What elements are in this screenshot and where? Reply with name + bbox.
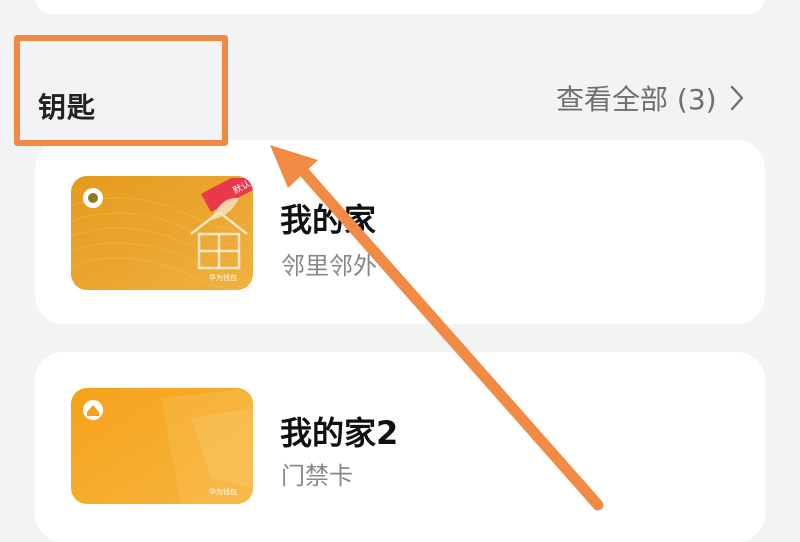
annotation-highlight-box	[14, 35, 228, 146]
previous-section-card	[35, 0, 765, 14]
key-name: 我的家2	[280, 414, 399, 452]
key-name: 我的家	[280, 201, 377, 239]
view-all-link[interactable]: 查看全部 (3)	[556, 80, 745, 116]
view-all-label: 查看全部 (3)	[556, 83, 717, 116]
card-brand-text: 华为钱包	[209, 273, 237, 282]
card-brand-text: 华为钱包	[209, 487, 237, 496]
chevron-right-icon	[729, 84, 745, 112]
key-card-my-home-2[interactable]: 华为钱包 我的家2 门禁卡	[35, 352, 765, 542]
key-subtitle: 邻里邻外	[281, 252, 377, 280]
access-card-image: 默认 华为钱包	[71, 176, 253, 290]
key-card-my-home[interactable]: 默认 华为钱包 我的家 邻里邻外	[35, 140, 765, 324]
key-subtitle: 门禁卡	[281, 462, 353, 490]
access-card-image: 华为钱包	[71, 388, 253, 504]
